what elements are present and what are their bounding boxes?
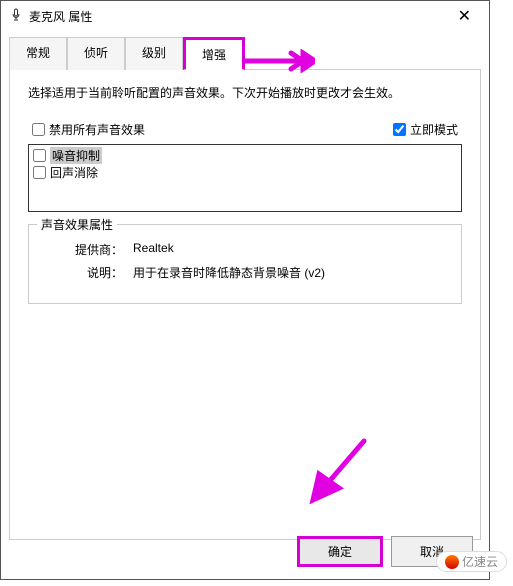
watermark-icon (445, 555, 459, 569)
immediate-mode-input[interactable] (393, 123, 406, 136)
immediate-mode-label: 立即模式 (410, 121, 458, 138)
panel-description: 选择适用于当前聆听配置的声音效果。下次开始播放时更改才会生效。 (28, 84, 462, 103)
effect-echo-cancel-label: 回声消除 (50, 164, 98, 181)
desc-label: 说明： (41, 264, 133, 281)
tab-general[interactable]: 常规 (9, 37, 67, 70)
effect-noise-suppression-checkbox[interactable] (33, 149, 46, 162)
top-checkbox-row: 禁用所有声音效果 立即模式 (28, 121, 462, 138)
disable-all-effects-input[interactable] (32, 123, 45, 136)
disable-all-effects-checkbox[interactable]: 禁用所有声音效果 (32, 121, 145, 138)
effect-properties-group: 声音效果属性 提供商： Realtek 说明： 用于在录音时降低静态背景噪音 (… (28, 224, 462, 304)
tab-levels[interactable]: 级别 (125, 37, 183, 70)
watermark: 亿速云 (436, 551, 507, 572)
tab-enhance[interactable]: 增强 (183, 37, 245, 70)
mic-icon (9, 8, 23, 25)
tab-strip: 常规 侦听 级别 增强 (9, 37, 481, 70)
content-area: 常规 侦听 级别 增强 选择适用于当前聆听配置的声音效果。下次开始播放时更改才会… (1, 31, 489, 546)
annotation-arrow-ok (309, 436, 369, 509)
tab-listen[interactable]: 侦听 (67, 37, 125, 70)
effect-noise-suppression-label: 噪音抑制 (50, 147, 102, 164)
list-item[interactable]: 回声消除 (31, 164, 459, 181)
desc-row: 说明： 用于在录音时降低静态背景噪音 (v2) (41, 264, 449, 281)
titlebar: 麦克风 属性 ✕ (1, 1, 489, 31)
vendor-value: Realtek (133, 241, 174, 258)
dialog-window: 麦克风 属性 ✕ 常规 侦听 级别 增强 选择适用于当前聆听配置的声音效果。下次… (0, 0, 490, 580)
tab-panel-enhance: 选择适用于当前聆听配置的声音效果。下次开始播放时更改才会生效。 禁用所有声音效果… (9, 70, 481, 540)
annotation-arrow-tab (245, 49, 315, 76)
close-button[interactable]: ✕ (448, 4, 481, 28)
effect-echo-cancel-checkbox[interactable] (33, 166, 46, 179)
vendor-label: 提供商： (41, 241, 133, 258)
list-item[interactable]: 噪音抑制 (31, 147, 459, 164)
desc-value: 用于在录音时降低静态背景噪音 (v2) (133, 264, 325, 281)
effects-listbox[interactable]: 噪音抑制 回声消除 (28, 144, 462, 212)
group-legend: 声音效果属性 (37, 216, 117, 233)
watermark-text: 亿速云 (462, 553, 498, 570)
disable-all-effects-label: 禁用所有声音效果 (49, 121, 145, 138)
immediate-mode-checkbox[interactable]: 立即模式 (393, 121, 458, 138)
vendor-row: 提供商： Realtek (41, 241, 449, 258)
window-title: 麦克风 属性 (29, 8, 448, 25)
ok-button[interactable]: 确定 (297, 536, 383, 567)
